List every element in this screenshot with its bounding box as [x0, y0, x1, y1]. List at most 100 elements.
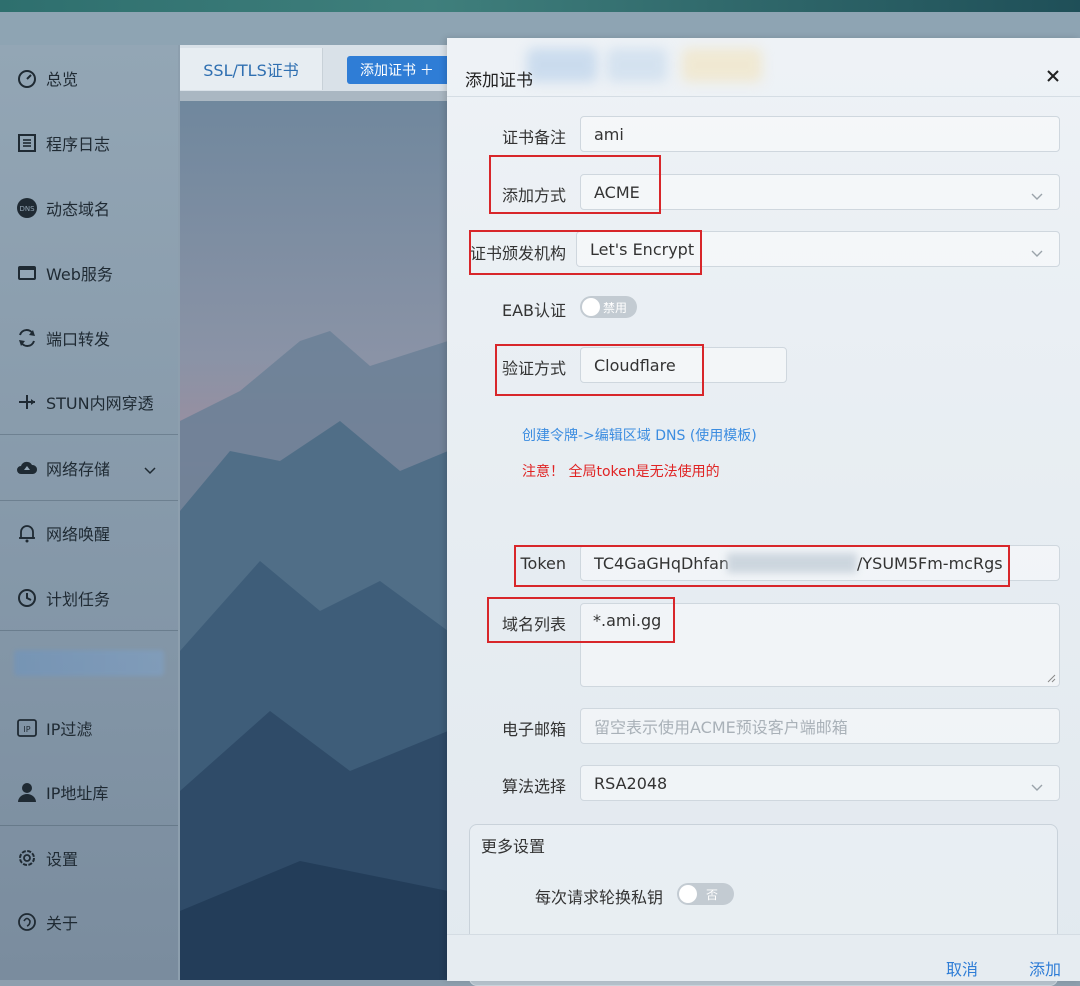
- sidebar-item-label: IP过滤: [46, 720, 93, 739]
- gear-icon: [16, 847, 38, 869]
- sidebar-item-web[interactable]: Web服务: [0, 253, 178, 293]
- sidebar-divider: [0, 825, 178, 826]
- verify-select[interactable]: Cloudflare: [580, 347, 787, 383]
- eab-label: EAB认证: [501, 301, 566, 320]
- sidebar-item-port-forward[interactable]: 端口转发: [0, 318, 178, 358]
- domains-value: *.ami.gg: [593, 611, 662, 630]
- dialog-footer: [447, 934, 1080, 981]
- panel-header-strip: [180, 91, 448, 101]
- chevron-down-icon: [1031, 186, 1043, 205]
- sidebar-item-tasks[interactable]: 计划任务: [0, 578, 178, 618]
- sidebar-item-storage[interactable]: 网络存储: [0, 448, 178, 488]
- add-certificate-button[interactable]: 添加证书 ＋: [347, 56, 447, 84]
- blurred-header-element: [682, 48, 762, 82]
- user-icon: [16, 781, 38, 803]
- sidebar-item-wol[interactable]: 网络唤醒: [0, 513, 178, 553]
- sidebar-item-about[interactable]: 关于: [0, 902, 178, 942]
- close-icon: [1047, 70, 1059, 82]
- sidebar-item-label: 动态域名: [46, 200, 111, 219]
- bell-icon: [16, 522, 38, 544]
- dialog-title: 添加证书: [465, 71, 533, 91]
- remark-input[interactable]: ami: [580, 116, 1060, 152]
- ca-value: Let's Encrypt: [590, 239, 695, 259]
- clock-icon: [16, 587, 38, 609]
- sidebar-item-stun[interactable]: STUN内网穿透: [0, 382, 178, 422]
- sidebar-item-label: 端口转发: [46, 330, 111, 349]
- verify-label: 验证方式: [501, 359, 566, 378]
- sidebar-item-active-blurred[interactable]: [14, 650, 164, 676]
- sidebar-item-label: STUN内网穿透: [46, 394, 154, 413]
- sidebar-item-overview[interactable]: 总览: [0, 58, 178, 98]
- ca-label: 证书颁发机构: [469, 244, 566, 263]
- token-value-end: /YSUM5Fm-mcRgs: [857, 554, 1003, 573]
- sidebar-divider: [0, 630, 178, 631]
- algo-select[interactable]: RSA2048: [580, 765, 1060, 801]
- sidebar-item-logs[interactable]: 程序日志: [0, 123, 178, 163]
- algo-value: RSA2048: [594, 773, 668, 793]
- dashboard-icon: [16, 67, 38, 89]
- sidebar-item-label: 网络唤醒: [46, 525, 111, 544]
- token-value-start: TC4GaGHqDhfan: [594, 553, 730, 573]
- svg-text:IP: IP: [23, 725, 30, 734]
- eab-toggle[interactable]: 禁用: [580, 296, 637, 318]
- cloud-storage-icon: [16, 457, 38, 479]
- sidebar-item-ip-filter[interactable]: IP IP过滤: [0, 708, 178, 748]
- rotate-key-toggle[interactable]: 否: [677, 883, 734, 905]
- rotate-key-toggle-text: 否: [706, 888, 719, 902]
- sidebar-item-label: 网络存储: [46, 460, 111, 479]
- tab-ssl-tls[interactable]: SSL/TLS证书: [180, 48, 323, 90]
- close-button[interactable]: [1043, 66, 1063, 86]
- sidebar-item-label: 总览: [46, 70, 79, 89]
- eab-toggle-text: 禁用: [603, 301, 628, 315]
- algo-label: 算法选择: [501, 777, 566, 796]
- svg-text:DNS: DNS: [19, 205, 35, 213]
- global-token-warning: 注意！ 全局token是无法使用的: [522, 464, 720, 480]
- ca-select[interactable]: Let's Encrypt: [576, 231, 1060, 267]
- more-settings-title: 更多设置: [481, 837, 546, 856]
- create-token-link[interactable]: 创建令牌->编辑区域 DNS (使用模板): [522, 425, 757, 445]
- sidebar-item-settings[interactable]: 设置: [0, 838, 178, 878]
- toggle-knob: [679, 885, 697, 903]
- email-input[interactable]: 留空表示使用ACME预设客户端邮箱: [580, 708, 1060, 744]
- ip-filter-icon: IP: [16, 717, 38, 739]
- chevron-down-icon: [1031, 777, 1043, 796]
- cancel-button[interactable]: 取消: [946, 956, 978, 980]
- add-button[interactable]: 添加: [1029, 956, 1061, 980]
- remark-value: ami: [594, 124, 624, 144]
- background-landscape: [180, 91, 448, 980]
- method-label: 添加方式: [501, 186, 566, 205]
- sidebar-item-label: 设置: [46, 850, 79, 869]
- toggle-knob: [582, 298, 600, 316]
- rotate-key-label: 每次请求轮换私钥: [534, 888, 663, 907]
- blurred-header-element: [527, 48, 597, 82]
- domains-label: 域名列表: [501, 615, 566, 634]
- verify-value: Cloudflare: [594, 355, 676, 375]
- blurred-header-element: [607, 48, 667, 82]
- email-placeholder: 留空表示使用ACME预设客户端邮箱: [594, 718, 848, 737]
- sidebar-item-label: 关于: [46, 914, 79, 933]
- email-label: 电子邮箱: [501, 720, 566, 739]
- method-select[interactable]: ACME: [580, 174, 1060, 210]
- dns-icon: DNS: [16, 197, 38, 219]
- sidebar-divider: [0, 500, 178, 501]
- window-top-strip: [0, 0, 1080, 12]
- web-service-icon: [16, 262, 38, 284]
- log-icon: [16, 132, 38, 154]
- sidebar-item-ddns[interactable]: DNS 动态域名: [0, 188, 178, 228]
- about-icon: [16, 911, 38, 933]
- remark-label: 证书备注: [501, 128, 566, 147]
- sidebar-item-label: 计划任务: [46, 590, 111, 609]
- stun-icon: [16, 391, 38, 413]
- sidebar-divider: [0, 434, 178, 435]
- chevron-down-icon: [144, 460, 156, 479]
- token-redacted-blur: [727, 553, 857, 573]
- resize-handle-icon[interactable]: [1047, 674, 1056, 683]
- sidebar-item-ip-db[interactable]: IP地址库: [0, 772, 178, 812]
- sidebar-item-label: IP地址库: [46, 784, 109, 803]
- port-forward-icon: [16, 327, 38, 349]
- sidebar-item-label: Web服务: [46, 265, 113, 284]
- chevron-down-icon: [1031, 243, 1043, 262]
- sidebar-item-label: 程序日志: [46, 135, 111, 154]
- method-value: ACME: [594, 182, 640, 202]
- token-label: Token: [520, 554, 566, 573]
